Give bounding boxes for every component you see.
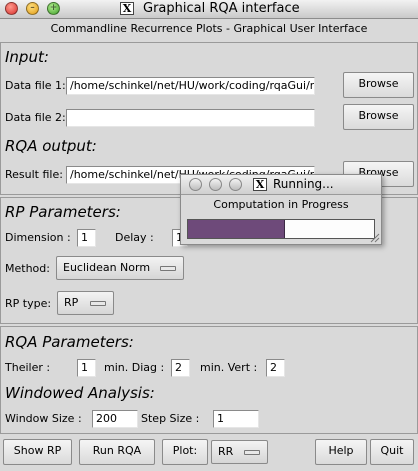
- dialog-zoom-button[interactable]: [229, 178, 242, 191]
- data-file-1-input[interactable]: /home/schinkel/net/HU/work/coding/rqaGui…: [66, 77, 315, 95]
- x11-app-icon: X: [120, 2, 134, 15]
- min-vert-label: min. Vert :: [200, 361, 258, 374]
- minimize-icon: –: [30, 3, 35, 13]
- dialog-minimize-button[interactable]: [209, 178, 222, 191]
- running-dialog-titlebar: X Running...: [181, 175, 381, 195]
- theiler-label: Theiler :: [5, 361, 51, 374]
- window-size-label: Window Size :: [5, 412, 82, 425]
- data-file-2-label: Data file 2:: [5, 111, 66, 124]
- rqa-output-heading: RQA output:: [5, 137, 97, 155]
- plot-type-select[interactable]: RR: [211, 440, 268, 464]
- quit-button[interactable]: Quit: [370, 439, 414, 465]
- rp-type-select-value: RP: [64, 296, 79, 309]
- dialog-close-button[interactable]: [189, 178, 202, 191]
- window-title: Graphical RQA interface: [143, 1, 300, 16]
- show-rp-button[interactable]: Show RP: [3, 439, 72, 465]
- method-label: Method:: [5, 262, 50, 275]
- rqa-parameters-heading: RQA Parameters:: [5, 333, 134, 351]
- data-file-2-input[interactable]: [66, 109, 315, 127]
- dimension-input[interactable]: 1: [77, 229, 96, 247]
- rp-type-label: RP type:: [5, 297, 52, 310]
- min-diag-input[interactable]: 2: [171, 359, 190, 377]
- resize-grip-icon[interactable]: [369, 232, 380, 243]
- option-menu-indicator-icon: [90, 301, 106, 306]
- running-dialog-title: Running...: [273, 177, 334, 191]
- zoom-icon: +: [49, 3, 58, 13]
- minimize-window-button[interactable]: –: [26, 2, 39, 15]
- plot-type-select-value: RR: [218, 445, 234, 458]
- run-rqa-button[interactable]: Run RQA: [79, 439, 155, 465]
- windowed-analysis-heading: Windowed Analysis:: [5, 384, 155, 402]
- computation-message: Computation in Progress: [213, 198, 349, 211]
- rp-type-select[interactable]: RP: [57, 291, 114, 315]
- option-menu-indicator-icon: [244, 450, 260, 455]
- method-select-value: Euclidean Norm: [63, 261, 151, 274]
- option-menu-indicator-icon: [160, 266, 176, 271]
- zoom-window-button[interactable]: +: [47, 2, 60, 15]
- min-vert-input[interactable]: 2: [266, 359, 285, 377]
- delay-label: Delay :: [115, 231, 154, 244]
- window-titlebar: – + X Graphical RQA interface: [0, 0, 418, 19]
- dimension-label: Dimension :: [5, 231, 71, 244]
- browse-data-file-1-button[interactable]: Browse: [343, 72, 414, 98]
- progress-bar: [187, 219, 375, 239]
- browse-data-file-2-button[interactable]: Browse: [343, 104, 414, 130]
- step-size-input[interactable]: 1: [213, 410, 259, 428]
- step-size-label: Step Size :: [141, 412, 200, 425]
- rp-parameters-heading: RP Parameters:: [5, 203, 121, 221]
- x11-dialog-icon: X: [253, 178, 267, 191]
- app-subtitle: Commandline Recurrence Plots - Graphical…: [50, 22, 368, 35]
- plot-button[interactable]: Plot:: [162, 439, 208, 465]
- data-file-1-label: Data file 1:: [5, 79, 66, 92]
- progress-bar-fill: [188, 220, 285, 238]
- result-file-label: Result file:: [5, 168, 63, 181]
- window-size-input[interactable]: 200: [92, 410, 138, 428]
- min-diag-label: min. Diag :: [104, 361, 165, 374]
- method-select[interactable]: Euclidean Norm: [56, 256, 184, 280]
- running-dialog: X Running... Computation in Progress: [180, 174, 382, 245]
- close-window-button[interactable]: [5, 2, 18, 15]
- input-heading: Input:: [5, 48, 49, 66]
- theiler-input[interactable]: 1: [77, 359, 96, 377]
- help-button[interactable]: Help: [315, 439, 367, 465]
